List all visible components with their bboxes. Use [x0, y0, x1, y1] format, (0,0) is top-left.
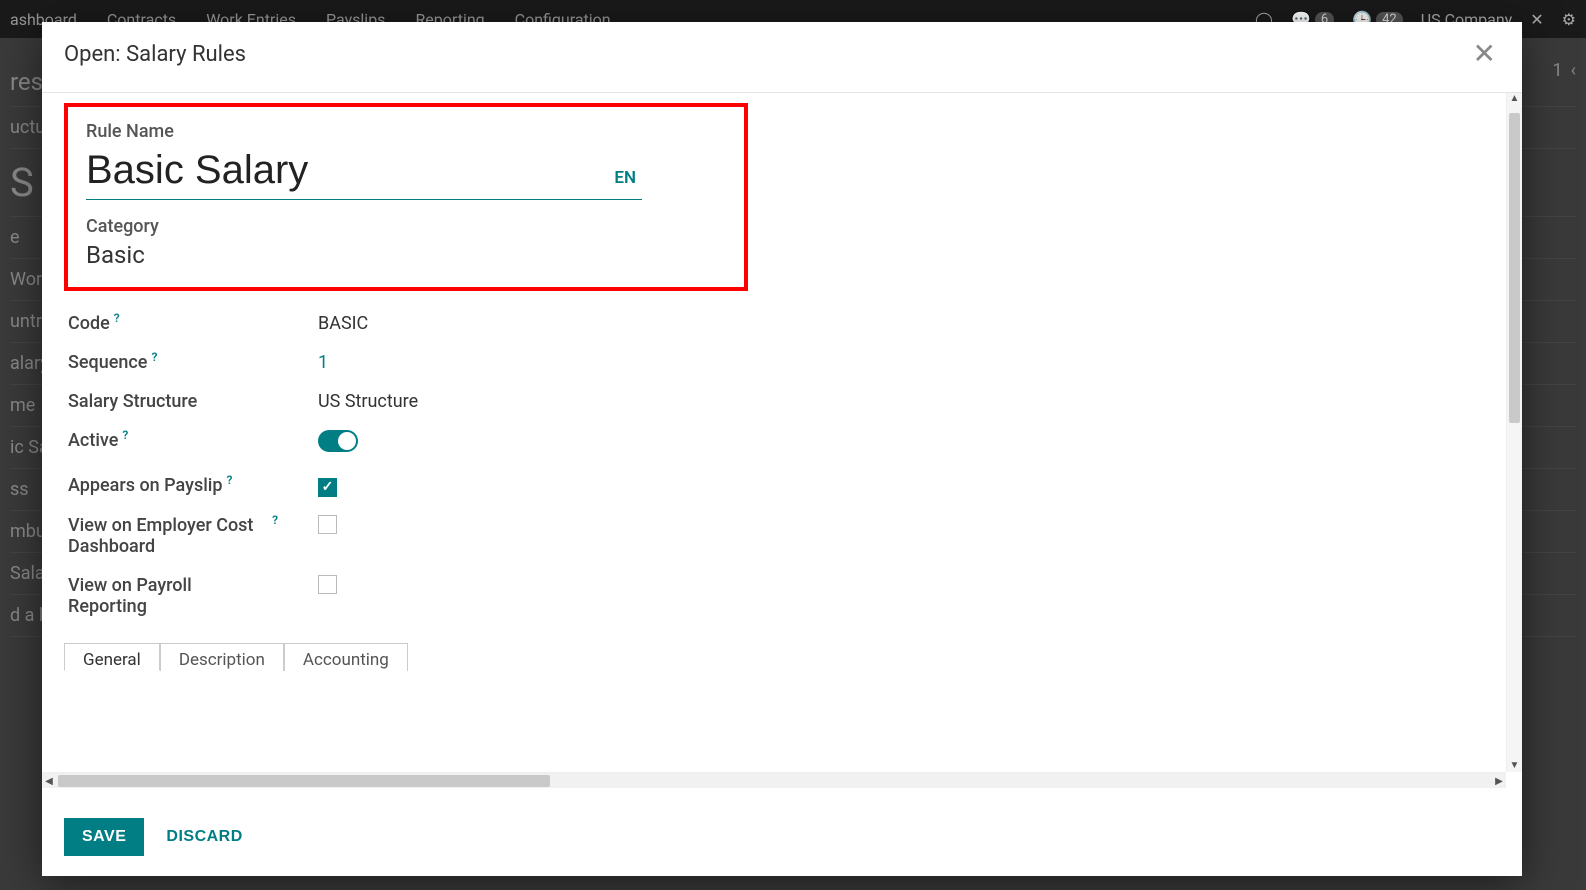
scroll-thumb-h[interactable] [58, 775, 550, 787]
modal-header: Open: Salary Rules ✕ [42, 22, 1522, 93]
payroll-reporting-label: View on Payroll Reporting [68, 575, 248, 617]
active-label: Active? [68, 430, 318, 451]
modal-footer: SAVE DISCARD [42, 802, 1522, 876]
category-label: Category [86, 216, 726, 237]
tab-general[interactable]: General [64, 643, 160, 671]
bg-pager: 1‹ [1552, 60, 1576, 81]
employer-cost-checkbox[interactable] [318, 515, 337, 534]
close-icon[interactable]: ✕ [1469, 36, 1500, 72]
code-label: Code? [68, 313, 318, 334]
bug-icon: ⚙ [1562, 10, 1576, 29]
salary-rule-modal: Open: Salary Rules ✕ Rule Name EN Catego… [42, 22, 1522, 876]
highlight-annotation: Rule Name EN Category Basic [64, 103, 748, 291]
scroll-thumb[interactable] [1509, 113, 1520, 423]
appears-on-payslip-checkbox[interactable] [318, 478, 337, 497]
employer-cost-label: View on Employer Cost Dashboard? [68, 515, 278, 557]
category-value[interactable]: Basic [86, 239, 726, 269]
discard-button[interactable]: DISCARD [166, 828, 242, 846]
scroll-left-icon[interactable]: ◀ [42, 773, 56, 789]
scroll-up-icon[interactable]: ▲ [1507, 93, 1522, 105]
sequence-label: Sequence? [68, 352, 318, 373]
help-icon[interactable]: ? [151, 350, 157, 364]
modal-body: Rule Name EN Category Basic Code? BASIC … [42, 93, 1506, 772]
rule-name-label: Rule Name [86, 121, 726, 142]
scroll-right-icon[interactable]: ▶ [1492, 773, 1506, 789]
structure-label: Salary Structure [68, 391, 318, 412]
language-badge[interactable]: EN [614, 168, 642, 198]
modal-title: Open: Salary Rules [64, 42, 246, 67]
active-toggle[interactable] [318, 430, 358, 452]
help-icon[interactable]: ? [114, 311, 120, 325]
tab-description[interactable]: Description [160, 643, 284, 671]
scroll-down-icon[interactable]: ▼ [1507, 760, 1522, 772]
detail-tabs: General Description Accounting [64, 643, 1484, 671]
appears-on-payslip-label: Appears on Payslip? [68, 475, 318, 496]
wrench-icon: ✕ [1530, 10, 1543, 29]
tab-accounting[interactable]: Accounting [284, 643, 408, 671]
vertical-scrollbar[interactable]: ▲ ▼ [1506, 93, 1522, 772]
help-icon[interactable]: ? [272, 513, 278, 527]
rule-name-input[interactable] [86, 144, 614, 199]
help-icon[interactable]: ? [227, 473, 233, 487]
help-icon[interactable]: ? [122, 428, 128, 442]
code-value[interactable]: BASIC [318, 313, 1480, 334]
save-button[interactable]: SAVE [64, 818, 144, 856]
structure-value[interactable]: US Structure [318, 391, 1480, 412]
horizontal-scrollbar[interactable]: ◀ ▶ [42, 772, 1506, 788]
payroll-reporting-checkbox[interactable] [318, 575, 337, 594]
sequence-value[interactable]: 1 [318, 352, 1480, 373]
